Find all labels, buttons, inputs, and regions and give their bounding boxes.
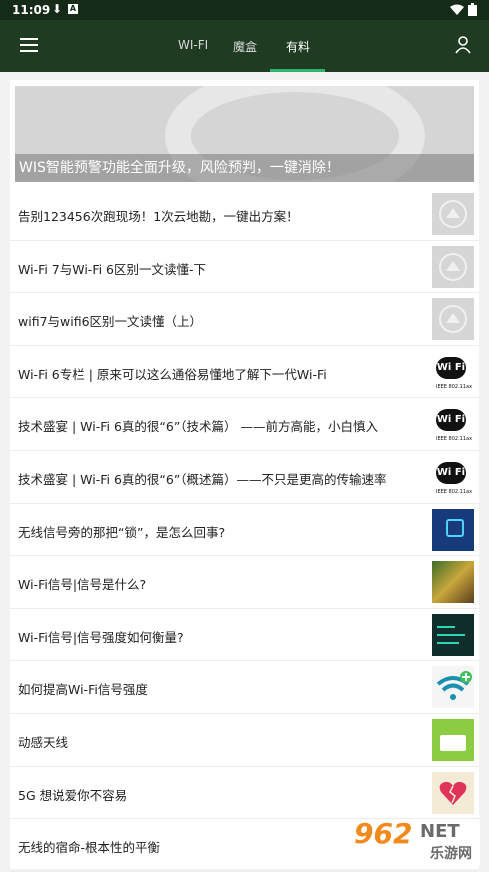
content-area: WIS智能预警功能全面升级，风险预判，一键消除！ 告别123456次跑现场！1次…: [10, 80, 479, 872]
article-title: Wi-Fi 6专栏 | 原来可以这么通俗易懂地了解下一代Wi-Fi: [18, 366, 327, 382]
article-title: 无线信号旁的那把“锁”，是怎么回事?: [18, 524, 226, 540]
list-item[interactable]: 告别123456次跑现场！1次云地勘，一键出方案！: [10, 188, 479, 241]
status-a-badge: A: [68, 4, 78, 14]
article-title: 告别123456次跑现场！1次云地勘，一键出方案！: [18, 209, 299, 224]
wifi-badge: Wi Fi: [436, 409, 466, 432]
tab-mohe[interactable]: 魔盒: [233, 38, 257, 55]
image-placeholder-icon: [432, 245, 474, 288]
wifi6-logo-thumb: Wi Fi IEEE 802.11ax: [432, 403, 474, 446]
article-title: 如何提高Wi-Fi信号强度: [18, 682, 148, 698]
user-icon[interactable]: [455, 36, 471, 54]
article-title: 技术盛宴 | Wi-Fi 6真的很“6”（概述篇）——不只是更高的传输速率: [18, 471, 387, 487]
image-placeholder-icon: [432, 298, 474, 341]
list-item[interactable]: Wi-Fi信号|信号强度如何衡量?: [10, 609, 479, 662]
watermark-logo: 962 NET 乐游网: [350, 817, 480, 865]
article-title: 动感天线: [18, 734, 69, 750]
wifi6-logo-thumb: Wi Fi IEEE 802.11ax: [432, 455, 474, 498]
watermark-suffix: NET: [420, 821, 460, 842]
article-title: 无线的宿命-根本性的平衡: [18, 840, 161, 856]
menu-icon[interactable]: [20, 38, 38, 52]
article-title: Wi-Fi 7与Wi-Fi 6区别一文读懂-下: [18, 261, 207, 277]
wifi-badge-sub: IEEE 802.11ax: [436, 436, 473, 443]
wifi6-logo-thumb: Wi Fi IEEE 802.11ax: [432, 350, 474, 393]
article-title: 5G 想说爱你不容易: [18, 787, 128, 803]
status-time: 11:09: [12, 3, 51, 17]
banner-caption: WIS智能预警功能全面升级，风险预判，一键消除！: [15, 154, 474, 182]
active-tab-indicator: [270, 69, 325, 72]
status-right-icons: [450, 3, 477, 19]
app-bar: WI-FI 魔盒 有料: [0, 20, 489, 72]
wifi-plus-icon: [436, 671, 472, 701]
wifi-badge: Wi Fi: [436, 356, 466, 379]
article-title: Wi-Fi信号|信号是什么?: [18, 577, 147, 593]
article-title: wifi7与wifi6区别一文读懂（上）: [18, 314, 203, 330]
wifi-badge: Wi Fi: [436, 461, 466, 484]
signal-strength-thumb: [432, 613, 474, 656]
list-item[interactable]: 5G 想说爱你不容易: [10, 767, 479, 820]
antenna-thumb: [432, 718, 474, 761]
wifi-badge-sub: IEEE 802.11ax: [436, 488, 473, 495]
list-item[interactable]: 无线信号旁的那把“锁”，是怎么回事?: [10, 504, 479, 557]
wifi-signal-icon: [450, 4, 465, 15]
list-item[interactable]: 动感天线: [10, 714, 479, 767]
article-title: Wi-Fi信号|信号强度如何衡量?: [18, 629, 184, 645]
watermark-cn: 乐游网: [430, 846, 472, 862]
list-item[interactable]: 技术盛宴 | Wi-Fi 6真的很“6”（概述篇）——不只是更高的传输速率 Wi…: [10, 451, 479, 504]
download-icon: ⬇: [52, 2, 63, 16]
list-item[interactable]: wifi7与wifi6区别一文读懂（上）: [10, 293, 479, 346]
list-item[interactable]: 技术盛宴 | Wi-Fi 6真的很“6”（技术篇） ——前方高能，小白慎入 Wi…: [10, 398, 479, 451]
image-placeholder-icon: [432, 193, 474, 235]
watermark-number: 962: [354, 817, 413, 850]
list-item[interactable]: 如何提高Wi-Fi信号强度: [10, 661, 479, 714]
broken-heart-icon: [439, 781, 467, 805]
broken-heart-thumb: [432, 771, 474, 814]
article-list: 告别123456次跑现场！1次云地勘，一键出方案！ Wi-Fi 7与Wi-Fi …: [10, 188, 479, 872]
wifi-boost-thumb: [432, 666, 474, 709]
list-item[interactable]: Wi-Fi信号|信号是什么?: [10, 556, 479, 609]
banner[interactable]: WIS智能预警功能全面升级，风险预判，一键消除！: [15, 86, 474, 182]
status-bar: 11:09 ⬇ A: [0, 0, 489, 20]
list-item[interactable]: Wi-Fi 7与Wi-Fi 6区别一文读懂-下: [10, 241, 479, 294]
signal-thumb: [432, 561, 474, 604]
wifi-badge-sub: IEEE 802.11ax: [436, 383, 473, 390]
lock-thumb: [432, 508, 474, 551]
battery-icon: [468, 3, 477, 16]
article-title: 技术盛宴 | Wi-Fi 6真的很“6”（技术篇） ——前方高能，小白慎入: [18, 419, 379, 435]
list-item[interactable]: Wi-Fi 6专栏 | 原来可以这么通俗易懂地了解下一代Wi-Fi Wi Fi …: [10, 346, 479, 399]
tab-wifi[interactable]: WI-FI: [178, 38, 208, 52]
tab-youliao[interactable]: 有料: [286, 38, 310, 55]
